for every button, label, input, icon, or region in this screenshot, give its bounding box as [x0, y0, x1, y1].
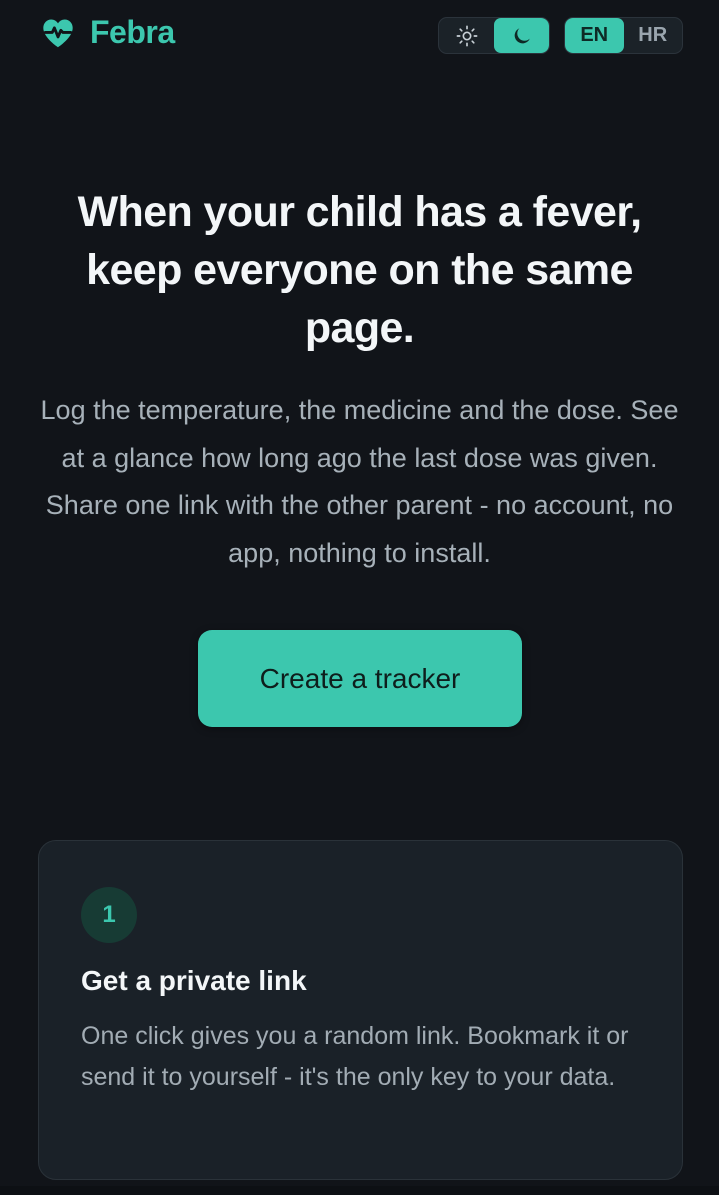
create-tracker-button[interactable]: Create a tracker [198, 630, 522, 727]
theme-toggle [438, 17, 550, 54]
step-card: 1 Get a private link One click gives you… [38, 840, 683, 1180]
language-toggle: EN HR [564, 17, 683, 54]
language-option-hr[interactable]: HR [624, 18, 683, 53]
step-title: Get a private link [81, 965, 307, 996]
heart-pulse-icon [43, 19, 73, 47]
bottom-edge [0, 1186, 719, 1195]
step-description: One click gives you a random link. Bookm… [81, 1022, 629, 1091]
brand-logo[interactable]: Febra [40, 14, 175, 51]
language-option-en[interactable]: EN [565, 18, 624, 53]
brand-name: Febra [90, 14, 175, 50]
app-header: Febra EN HR [0, 0, 719, 70]
dark-theme-button[interactable] [494, 18, 549, 53]
hero-description: Log the temperature, the medicine and th… [40, 395, 679, 568]
hero-title: When your child has a fever, keep everyo… [77, 188, 642, 352]
sun-icon [456, 25, 477, 46]
moon-icon [514, 27, 530, 43]
light-theme-button[interactable] [439, 18, 494, 53]
step-number-badge: 1 [81, 887, 137, 943]
